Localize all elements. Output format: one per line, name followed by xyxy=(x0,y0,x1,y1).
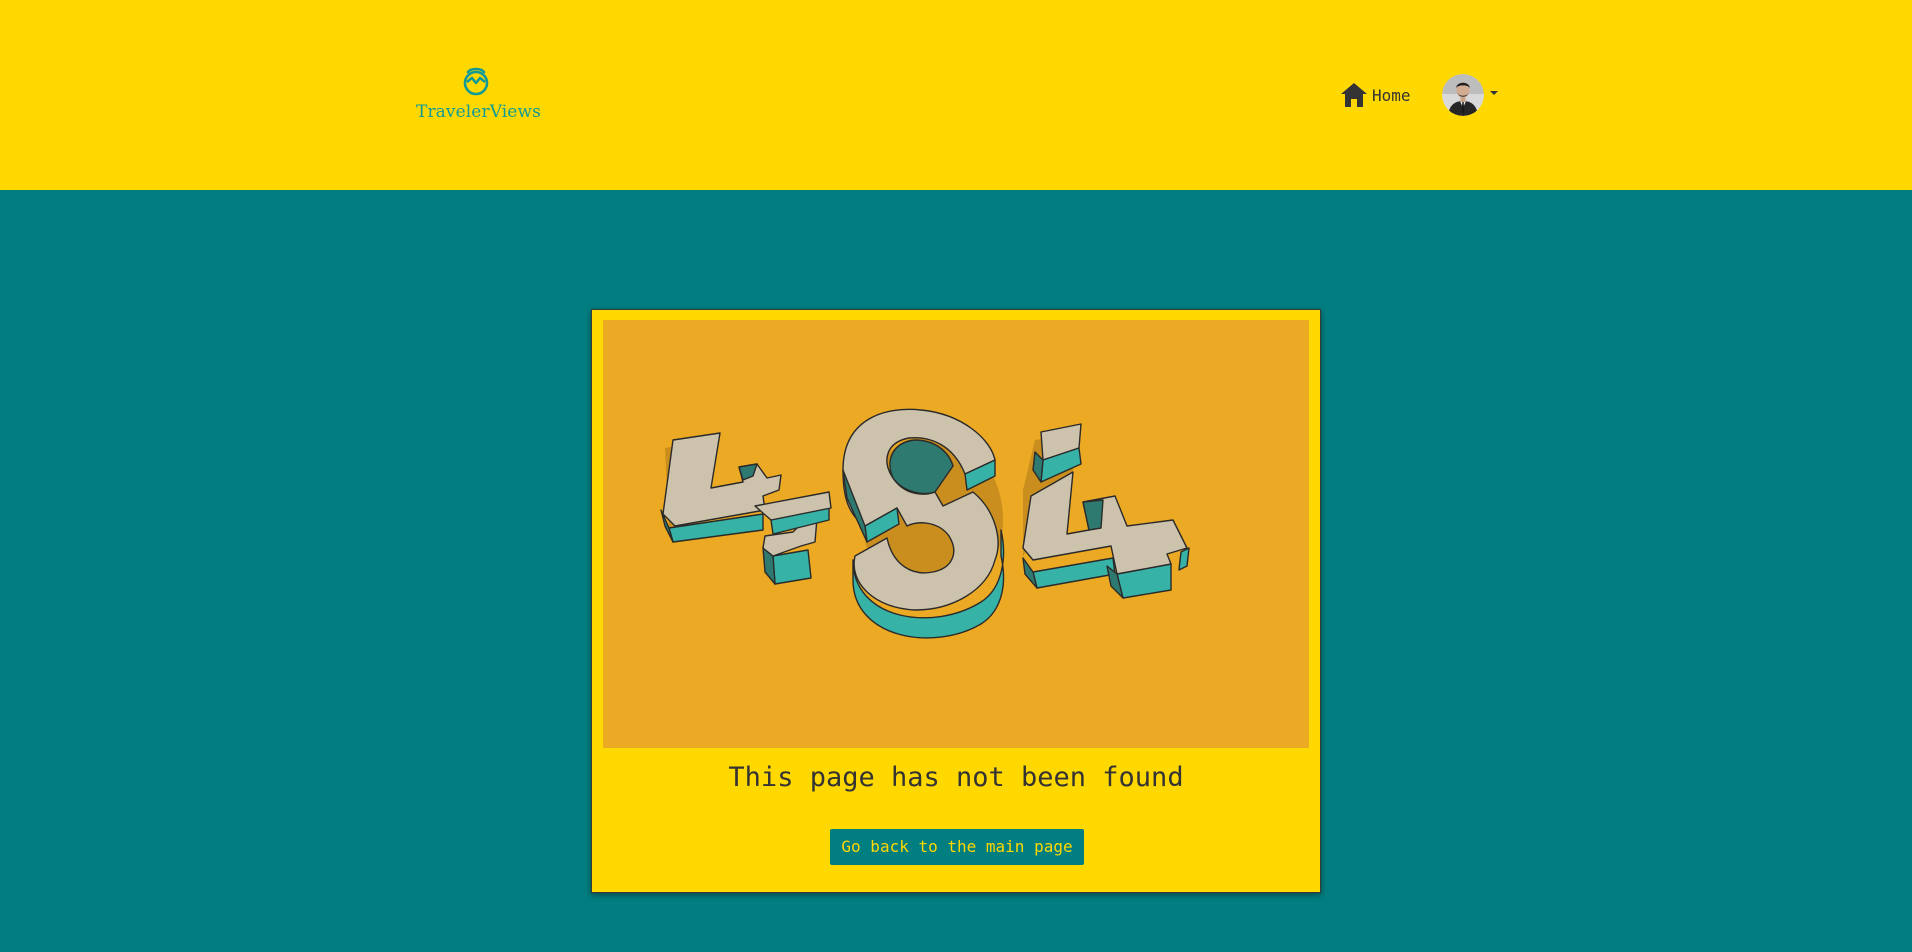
404-digits-graphic xyxy=(660,408,1190,639)
error-message: This page has not been found xyxy=(728,762,1184,793)
user-avatar xyxy=(1442,74,1484,116)
top-header: TravelerViews Home xyxy=(0,0,1912,190)
home-icon xyxy=(1341,83,1367,107)
nav-home-label: Home xyxy=(1372,85,1411,105)
mountain-map-pin-icon xyxy=(463,67,489,96)
user-menu-toggle[interactable] xyxy=(1442,74,1498,116)
brand-logo-link[interactable]: TravelerViews xyxy=(416,66,541,128)
caret-down-icon xyxy=(1490,91,1498,95)
nav-home-link[interactable]: Home xyxy=(1340,81,1411,109)
error-404-illustration xyxy=(603,320,1309,748)
error-card: This page has not been found Go back to … xyxy=(591,309,1321,893)
back-to-main-button[interactable]: Go back to the main page xyxy=(830,829,1084,865)
brand-name: TravelerViews xyxy=(416,102,541,122)
